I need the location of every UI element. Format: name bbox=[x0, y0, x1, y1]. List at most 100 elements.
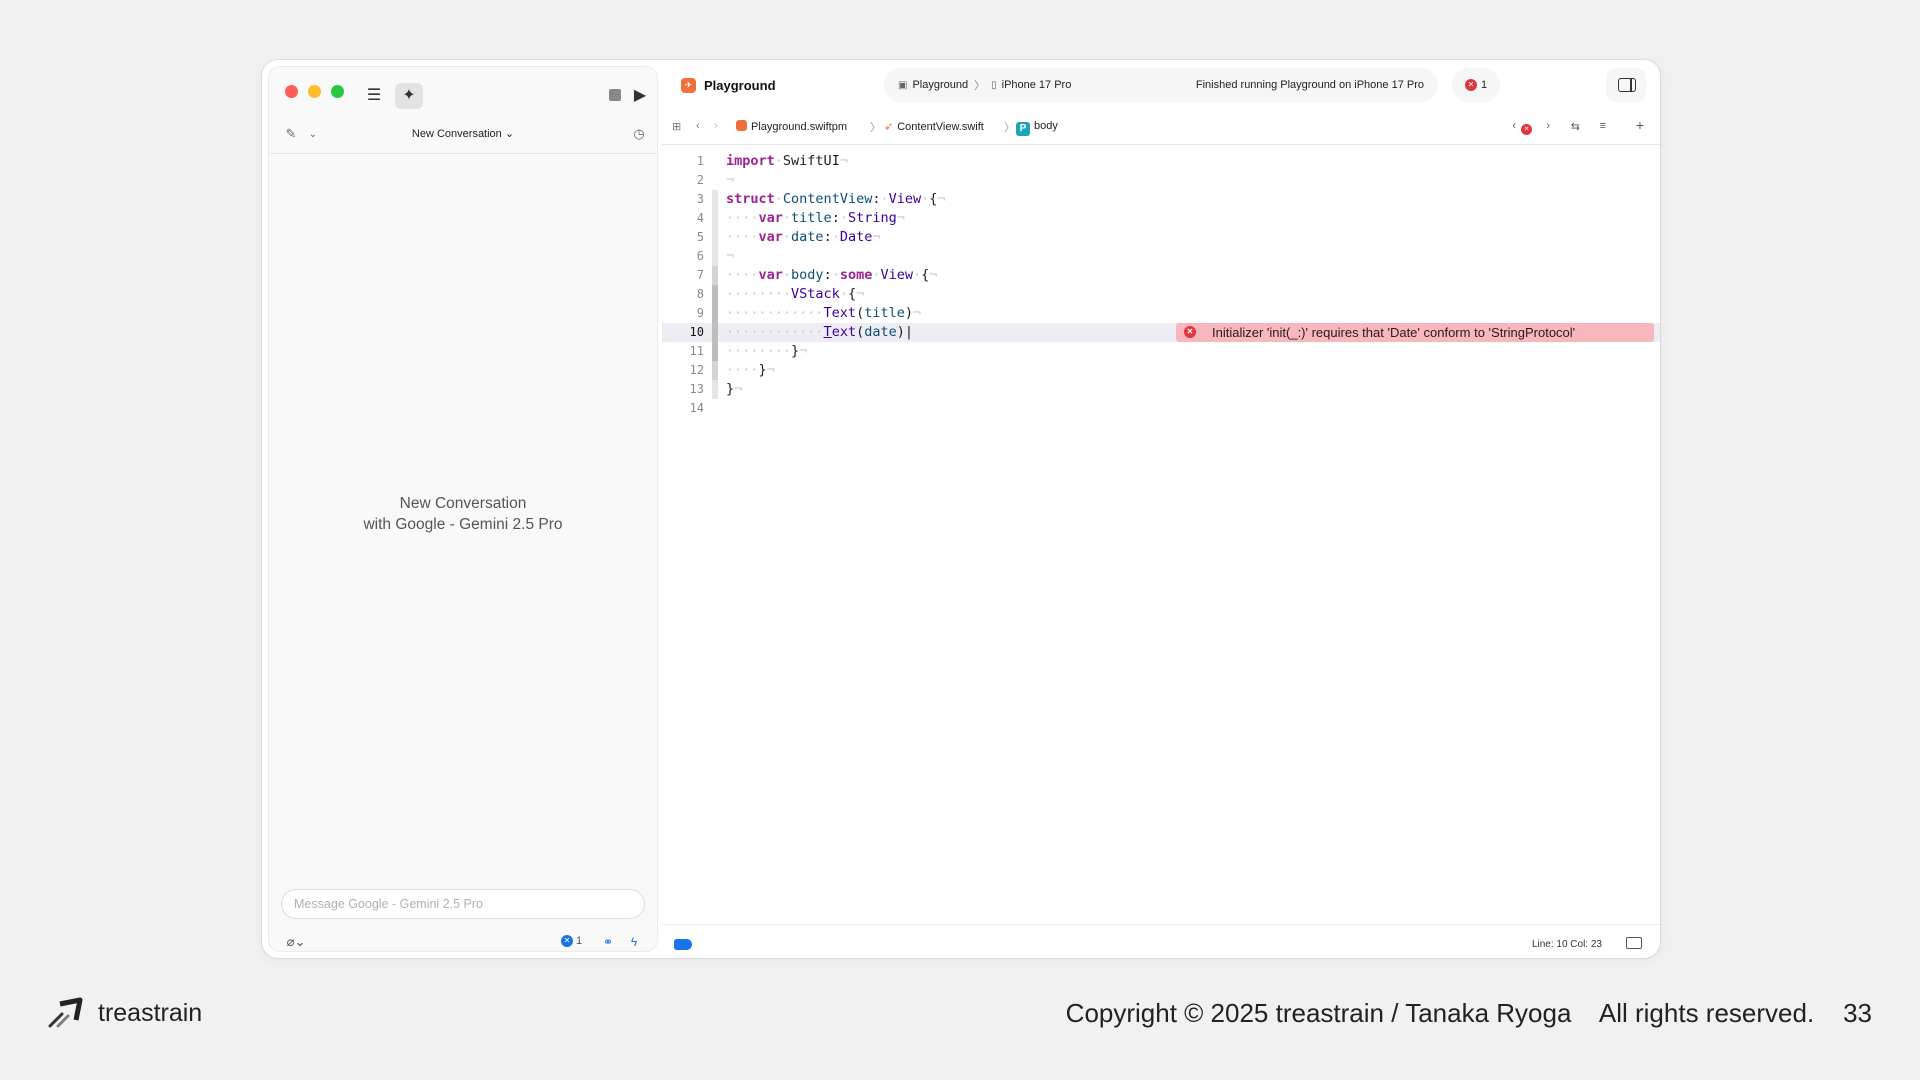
back-icon[interactable]: ‹ bbox=[696, 120, 700, 132]
line-number: 12 bbox=[689, 363, 704, 377]
swift-file-icon: ➶ bbox=[884, 121, 894, 133]
code-fold-ribbon[interactable] bbox=[712, 361, 718, 380]
code-line[interactable]: 14 bbox=[662, 399, 1660, 418]
issues-indicator[interactable]: ✕ 1 bbox=[561, 935, 582, 947]
code-fold-ribbon[interactable] bbox=[712, 342, 718, 361]
code-line[interactable]: 10 ············Text(date)| ✕ Initializer 'i… bbox=[662, 323, 1660, 342]
line-source[interactable]: ············Text(date)| bbox=[726, 323, 913, 342]
code-line[interactable]: 7 ····var·body:·some·View·{¬ bbox=[662, 266, 1660, 285]
navigator-list-icon[interactable]: ☰ bbox=[363, 85, 385, 107]
package-icon bbox=[736, 120, 747, 131]
message-input[interactable] bbox=[281, 889, 645, 919]
line-source[interactable]: ¬ bbox=[726, 171, 734, 190]
chevron-right-icon: 〉 bbox=[1004, 122, 1015, 134]
line-number: 14 bbox=[689, 401, 704, 415]
scheme-name[interactable]: Playground bbox=[912, 79, 968, 91]
empty-subtitle: with Google - Gemini 2.5 Pro bbox=[363, 516, 563, 533]
close-window-button[interactable] bbox=[285, 85, 298, 98]
code-fold-ribbon[interactable] bbox=[712, 228, 718, 247]
line-source[interactable]: ¬ bbox=[726, 247, 734, 266]
code-fold-ribbon[interactable] bbox=[712, 323, 718, 342]
line-source[interactable]: import·SwiftUI¬ bbox=[726, 152, 848, 171]
grid-icon[interactable]: ⊞ bbox=[672, 120, 681, 133]
coding-assistant-icon[interactable]: ✦ bbox=[395, 83, 423, 109]
code-fold-ribbon[interactable] bbox=[712, 209, 718, 228]
scheme-status-pill[interactable]: ▣ Playground 〉 ▯ iPhone 17 Pro Finished … bbox=[884, 68, 1438, 102]
issue-icon: ✕ bbox=[561, 935, 573, 947]
stop-button[interactable] bbox=[607, 85, 623, 107]
sidebar-divider bbox=[269, 153, 657, 154]
run-button[interactable]: ▶ bbox=[631, 85, 649, 107]
jump-bar: ⊞ ‹ › Playground.swiftpm 〉 ➶ ContentView.… bbox=[662, 115, 1660, 139]
source-code[interactable]: 1 import·SwiftUI¬ 2 ¬ 3 struct·ContentView:·V… bbox=[662, 152, 1660, 418]
line-number: 4 bbox=[696, 211, 704, 225]
line-source[interactable]: ········VStack·{¬ bbox=[726, 285, 864, 304]
inspector-toggle-button[interactable] bbox=[1606, 68, 1646, 102]
error-count: 1 bbox=[1480, 79, 1488, 91]
line-source[interactable]: }¬ bbox=[726, 380, 742, 399]
related-items-icon[interactable]: ⇆ bbox=[1571, 120, 1580, 133]
line-number: 5 bbox=[696, 230, 704, 244]
history-icon[interactable]: ◷ bbox=[631, 123, 647, 145]
line-source[interactable]: ····var·date:·Date¬ bbox=[726, 228, 881, 247]
device-name[interactable]: iPhone 17 Pro bbox=[1002, 79, 1072, 91]
code-fold-ribbon[interactable] bbox=[712, 190, 718, 209]
tag-icon[interactable] bbox=[674, 939, 692, 950]
code-fold-ribbon[interactable] bbox=[712, 380, 718, 399]
minimize-window-button[interactable] bbox=[308, 85, 321, 98]
line-source[interactable]: ····var·body:·some·View·{¬ bbox=[726, 266, 937, 285]
line-source[interactable]: ············Text(title)¬ bbox=[726, 304, 921, 323]
code-line[interactable]: 6 ¬ bbox=[662, 247, 1660, 266]
line-number: 13 bbox=[689, 382, 704, 396]
binoculars-icon[interactable]: ⚭ bbox=[599, 931, 617, 953]
code-line[interactable]: 9 ············Text(title)¬ bbox=[662, 304, 1660, 323]
prev-issue-icon[interactable]: ‹ bbox=[1512, 120, 1516, 132]
cursor-position: Line: 10 Col: 23 bbox=[1531, 939, 1602, 950]
attach-icon[interactable]: ⌀⌄ bbox=[283, 931, 309, 953]
line-source[interactable]: ····var·title:·String¬ bbox=[726, 209, 905, 228]
phone-icon: ▯ bbox=[991, 79, 997, 91]
jumpbar-symbol[interactable]: Pbody bbox=[1016, 120, 1058, 136]
swift-playground-icon: ✈ bbox=[681, 78, 696, 93]
bolt-icon[interactable]: ϟ bbox=[625, 931, 643, 953]
code-line[interactable]: 12 ····}¬ bbox=[662, 361, 1660, 380]
line-source[interactable]: ····}¬ bbox=[726, 361, 775, 380]
line-number: 3 bbox=[696, 192, 704, 206]
forward-icon[interactable]: › bbox=[714, 120, 718, 132]
editor-area: ✈ Playground ▣ Playground 〉 ▯ iPhone 17 … bbox=[662, 60, 1660, 958]
add-editor-icon[interactable]: + bbox=[1636, 117, 1644, 133]
error-annotation[interactable]: ✕ Initializer 'init(_:)' requires that 'D… bbox=[1176, 323, 1654, 342]
jumpbar-file[interactable]: ➶ ContentView.swift bbox=[884, 120, 984, 133]
code-line[interactable]: 2 ¬ bbox=[662, 171, 1660, 190]
jumpbar-package[interactable]: Playground.swiftpm bbox=[736, 120, 847, 133]
next-issue-icon[interactable]: › bbox=[1546, 120, 1550, 132]
sidebar-right-icon bbox=[1618, 78, 1636, 92]
debug-area-toggle-icon[interactable] bbox=[1626, 937, 1642, 949]
code-line[interactable]: 13 }¬ bbox=[662, 380, 1660, 399]
code-line[interactable]: 4 ····var·title:·String¬ bbox=[662, 209, 1660, 228]
chevron-right-icon: 〉 bbox=[974, 80, 986, 92]
footer-logo: treastrain bbox=[46, 996, 202, 1030]
code-fold-ribbon[interactable] bbox=[712, 247, 718, 266]
footer-brand: treastrain bbox=[98, 998, 203, 1027]
error-icon: ✕ bbox=[1184, 326, 1196, 338]
chevron-right-icon: 〉 bbox=[870, 122, 881, 134]
footer-copyright: Copyright © 2025 treastrain / Tanaka Ryo… bbox=[1065, 998, 1872, 1028]
window-controls bbox=[285, 85, 344, 98]
editor-options-icon[interactable]: ≡ bbox=[1600, 120, 1606, 132]
conversation-title[interactable]: New Conversation ⌄ bbox=[269, 127, 657, 140]
zoom-window-button[interactable] bbox=[331, 85, 344, 98]
issue-nav-error-icon[interactable]: ✕ bbox=[1521, 122, 1532, 135]
code-line[interactable]: 5 ····var·date:·Date¬ bbox=[662, 228, 1660, 247]
code-line[interactable]: 11 ········}¬ bbox=[662, 342, 1660, 361]
code-line[interactable]: 8 ········VStack·{¬ bbox=[662, 285, 1660, 304]
error-count-pill[interactable]: ✕ 1 bbox=[1452, 68, 1500, 102]
code-fold-ribbon[interactable] bbox=[712, 266, 718, 285]
line-source[interactable]: ········}¬ bbox=[726, 342, 807, 361]
line-source[interactable]: struct·ContentView:·View·{¬ bbox=[726, 190, 946, 209]
code-line[interactable]: 3 struct·ContentView:·View·{¬ bbox=[662, 190, 1660, 209]
line-number: 9 bbox=[696, 306, 704, 320]
code-fold-ribbon[interactable] bbox=[712, 304, 718, 323]
code-fold-ribbon[interactable] bbox=[712, 285, 718, 304]
code-line[interactable]: 1 import·SwiftUI¬ bbox=[662, 152, 1660, 171]
